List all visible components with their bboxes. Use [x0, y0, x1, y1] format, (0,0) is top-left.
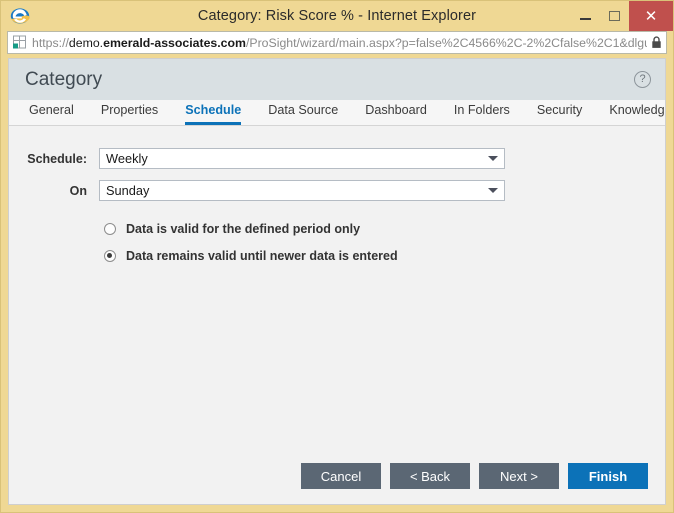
schedule-label: Schedule:: [27, 151, 87, 166]
on-row: On Sunday: [9, 180, 665, 201]
maximize-icon: [609, 11, 620, 21]
schedule-row: Schedule: Weekly: [9, 148, 665, 169]
tab-general[interactable]: General: [29, 104, 74, 125]
internet-explorer-icon: [9, 5, 31, 27]
tab-bar: General Properties Schedule Data Source …: [9, 100, 665, 126]
radio-label-defined-period: Data is valid for the defined period onl…: [126, 222, 361, 236]
wizard-button-bar: Cancel < Back Next > Finish: [9, 448, 665, 504]
window-controls: ✕: [571, 1, 673, 31]
page-header: Category ?: [9, 59, 665, 100]
chevron-down-icon: [488, 188, 498, 193]
cancel-button[interactable]: Cancel: [301, 463, 381, 489]
radio-icon-selected[interactable]: [104, 250, 116, 262]
tab-data-source[interactable]: Data Source: [268, 104, 338, 125]
finish-button[interactable]: Finish: [568, 463, 648, 489]
tab-security[interactable]: Security: [537, 104, 583, 125]
radio-option-defined-period[interactable]: Data is valid for the defined period onl…: [104, 222, 665, 236]
address-bar[interactable]: https://demo.emerald-associates.com/ProS…: [7, 31, 667, 54]
radio-icon[interactable]: [104, 223, 116, 235]
page-icon: [12, 35, 27, 50]
url-domain: emerald-associates.com: [103, 35, 246, 50]
close-button[interactable]: ✕: [629, 1, 673, 31]
radio-option-until-newer-data[interactable]: Data remains valid until newer data is e…: [104, 249, 665, 263]
next-button[interactable]: Next >: [479, 463, 559, 489]
tab-dashboard[interactable]: Dashboard: [365, 104, 427, 125]
back-button[interactable]: < Back: [390, 463, 470, 489]
tab-knowledge[interactable]: Knowledge: [609, 104, 665, 125]
page-title: Category: [25, 68, 103, 90]
page-content: Category ? General Properties Schedule D…: [8, 58, 666, 505]
tab-properties[interactable]: Properties: [101, 104, 158, 125]
tab-schedule[interactable]: Schedule: [185, 104, 242, 125]
url-scheme: https://: [32, 35, 69, 50]
browser-window: Category: Risk Score % - Internet Explor…: [0, 0, 674, 513]
schedule-select-value: Weekly: [106, 151, 148, 166]
radio-label-until-newer-data: Data remains valid until newer data is e…: [126, 249, 398, 263]
url-path: /ProSight/wizard/main.aspx?p=false%2C456…: [245, 35, 647, 50]
help-icon[interactable]: ?: [634, 71, 651, 88]
title-bar: Category: Risk Score % - Internet Explor…: [1, 1, 673, 31]
address-bar-url: https://demo.emerald-associates.com/ProS…: [32, 36, 647, 50]
chevron-down-icon: [488, 156, 498, 161]
lock-icon: [651, 36, 662, 49]
schedule-form: Schedule: Weekly On Sunday Data is valid…: [9, 126, 665, 448]
on-label: On: [69, 183, 87, 198]
validity-radio-group: Data is valid for the defined period onl…: [9, 222, 665, 263]
address-bar-container: https://demo.emerald-associates.com/ProS…: [1, 31, 673, 58]
url-subdomain: demo.: [68, 35, 104, 50]
close-icon: ✕: [644, 7, 658, 25]
minimize-icon: [580, 18, 591, 20]
on-select-value: Sunday: [106, 183, 150, 198]
maximize-button[interactable]: [600, 1, 629, 31]
minimize-button[interactable]: [571, 1, 600, 31]
tab-in-folders[interactable]: In Folders: [454, 104, 510, 125]
schedule-select[interactable]: Weekly: [99, 148, 505, 169]
on-select[interactable]: Sunday: [99, 180, 505, 201]
